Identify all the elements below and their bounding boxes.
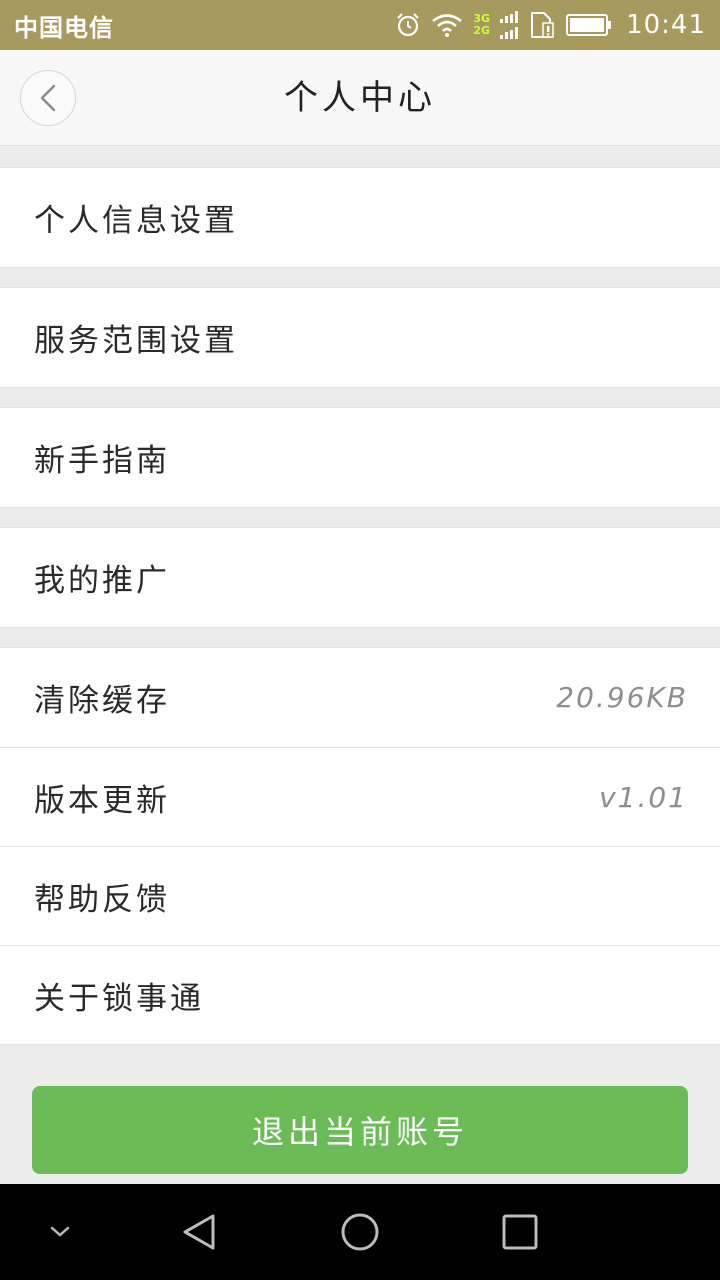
navigation-bar (0, 1184, 720, 1280)
cache-size-value: 20.96KB (556, 681, 688, 714)
signal-icon (500, 11, 520, 39)
menu-item-my-promotion[interactable]: 我的推广 (0, 528, 720, 627)
logout-button[interactable]: 退出当前账号 (32, 1086, 688, 1174)
menu-item-label: 帮助反馈 (34, 881, 170, 918)
back-button[interactable] (20, 70, 76, 126)
page-title: 个人中心 (284, 78, 436, 118)
menu-group-my-promotion: 我的推广 (0, 527, 720, 628)
hide-keyboard-icon (50, 1226, 70, 1237)
carrier-name: 中国电信 (14, 13, 114, 42)
menu-item-version-update[interactable]: 版本更新 v1.01 (0, 747, 720, 846)
menu-item-personal-info[interactable]: 个人信息设置 (0, 168, 720, 267)
alarm-icon (395, 12, 421, 38)
hide-keyboard-button[interactable] (10, 1184, 110, 1280)
nav-home-button[interactable] (310, 1184, 410, 1280)
nav-back-button[interactable] (150, 1184, 250, 1280)
menu-item-service-range[interactable]: 服务范围设置 (0, 288, 720, 387)
menu-item-beginner-guide[interactable]: 新手指南 (0, 408, 720, 507)
menu-item-label: 我的推广 (34, 563, 170, 599)
menu-item-label: 版本更新 (34, 782, 170, 819)
battery-icon (566, 13, 612, 37)
menu-group-service-range: 服务范围设置 (0, 287, 720, 388)
sim-icon (530, 11, 556, 39)
menu-item-about[interactable]: 关于锁事通 (0, 945, 720, 1044)
menu-group-beginner-guide: 新手指南 (0, 407, 720, 508)
home-circle-icon (341, 1213, 379, 1251)
chevron-left-icon (40, 84, 56, 112)
menu-item-label: 新手指南 (34, 443, 170, 479)
menu-item-label: 个人信息设置 (34, 203, 238, 239)
menu-item-label: 清除缓存 (34, 683, 170, 719)
clock: 10:41 (626, 10, 706, 40)
header: 个人中心 (0, 50, 720, 146)
status-bar: 中国电信 3G 2G 10:41 (0, 0, 720, 50)
menu-item-help-feedback[interactable]: 帮助反馈 (0, 846, 720, 945)
nav-recents-button[interactable] (470, 1184, 570, 1280)
status-icons: 3G 2G 10:41 (395, 10, 706, 40)
menu-item-clear-cache[interactable]: 清除缓存 20.96KB (0, 648, 720, 747)
menu-item-label: 关于锁事通 (34, 980, 204, 1017)
menu-group-settings: 清除缓存 20.96KB 版本更新 v1.01 帮助反馈 关于锁事通 (0, 647, 720, 1045)
version-value: v1.01 (599, 780, 688, 814)
network-2g: 2G (473, 24, 491, 37)
network-type: 3G 2G (473, 13, 490, 37)
menu-item-label: 服务范围设置 (34, 323, 238, 359)
wifi-icon (431, 12, 463, 38)
back-triangle-icon (183, 1214, 215, 1250)
recents-square-icon (502, 1214, 538, 1250)
menu-group-personal-info: 个人信息设置 (0, 167, 720, 268)
